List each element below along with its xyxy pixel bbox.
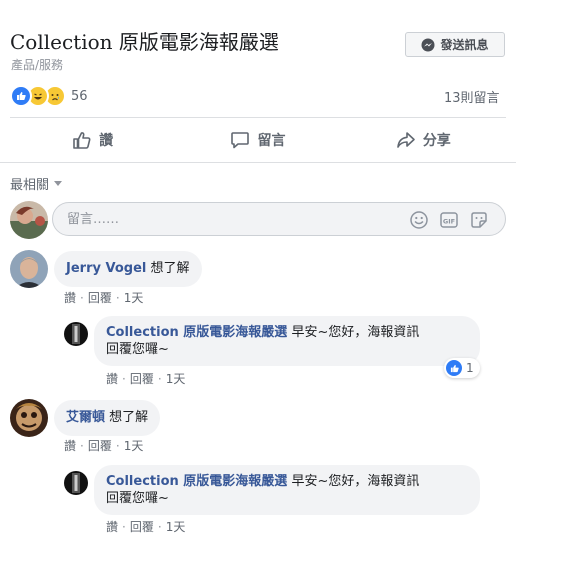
send-message-button[interactable]: 發送訊息 bbox=[405, 32, 505, 57]
separator: · bbox=[80, 290, 84, 305]
commenter-avatar[interactable] bbox=[10, 399, 48, 437]
comment-label: 留言 bbox=[257, 133, 286, 149]
messenger-icon bbox=[421, 38, 435, 51]
comment-button[interactable]: 留言 bbox=[175, 124, 340, 156]
reply-like-link[interactable]: 讚 bbox=[106, 518, 118, 535]
commenter-avatar[interactable] bbox=[10, 250, 48, 288]
reply-bubble: Collection 原版電影海報嚴選 早安~您好，海報資訊 回覆您囉~ bbox=[94, 465, 480, 515]
comment-input[interactable] bbox=[67, 212, 387, 227]
separator: · bbox=[80, 438, 84, 453]
separator: · bbox=[122, 371, 126, 386]
page-title[interactable]: Collection 原版電影海報嚴選 bbox=[10, 26, 279, 55]
comment-meta: 讚 · 回覆 · 1天 bbox=[64, 289, 143, 306]
separator: · bbox=[157, 371, 162, 386]
caret-down-icon bbox=[54, 181, 63, 186]
comment-bubble: 艾爾頓 想了解 bbox=[54, 400, 161, 436]
share-label: 分享 bbox=[422, 133, 451, 149]
page-avatar[interactable] bbox=[64, 322, 88, 346]
svg-text:GIF: GIF bbox=[443, 217, 455, 225]
reply-text-line2: 回覆您囉~ bbox=[106, 491, 169, 506]
comment-text: 想了解 bbox=[109, 410, 149, 425]
comment-composer[interactable]: GIF bbox=[52, 202, 506, 236]
separator: · bbox=[122, 519, 126, 534]
separator: · bbox=[157, 519, 162, 534]
reply-bubble: Collection 原版電影海報嚴選 早安~您好，海報資訊 回覆您囉~ bbox=[94, 316, 480, 366]
comments-count-link[interactable]: 13則留言 bbox=[444, 87, 500, 106]
like-button[interactable]: 讚 bbox=[10, 124, 175, 156]
comment-sort-dropdown[interactable]: 最相關 bbox=[10, 174, 63, 193]
comment-like-link[interactable]: 讚 bbox=[64, 437, 76, 454]
share-button[interactable]: 分享 bbox=[341, 124, 506, 156]
page-category: 產品/服務 bbox=[11, 58, 64, 72]
send-message-label: 發送訊息 bbox=[440, 38, 489, 52]
comment-timestamp[interactable]: 1天 bbox=[124, 437, 144, 454]
separator: · bbox=[115, 438, 120, 453]
post-action-bar: 讚 留言 分享 bbox=[10, 124, 506, 156]
comment-bubble: Jerry Vogel 想了解 bbox=[54, 251, 202, 287]
separator: · bbox=[115, 290, 120, 305]
reply-author[interactable]: Collection 原版電影海報嚴選 bbox=[106, 474, 287, 489]
comment-timestamp[interactable]: 1天 bbox=[124, 289, 144, 306]
reply-timestamp[interactable]: 1天 bbox=[166, 370, 186, 387]
reaction-count: 56 bbox=[71, 88, 88, 104]
sticker-icon[interactable] bbox=[469, 210, 489, 230]
reply-text-line1: 早安~您好，海報資訊 bbox=[291, 474, 420, 489]
page-avatar[interactable] bbox=[64, 471, 88, 495]
divider bbox=[10, 117, 506, 118]
reply-reply-link[interactable]: 回覆 bbox=[130, 518, 154, 535]
comment-author[interactable]: Jerry Vogel bbox=[66, 261, 146, 276]
reply-reply-link[interactable]: 回覆 bbox=[130, 370, 154, 387]
thumbs-up-icon bbox=[73, 132, 91, 149]
divider bbox=[0, 162, 516, 163]
comment-reply-link[interactable]: 回覆 bbox=[88, 437, 112, 454]
comment-reply-link[interactable]: 回覆 bbox=[88, 289, 112, 306]
reply-text-line1: 早安~您好，海報資訊 bbox=[291, 325, 420, 340]
like-reaction-icon bbox=[446, 360, 462, 376]
share-icon bbox=[397, 132, 415, 148]
emoji-icon[interactable] bbox=[409, 210, 429, 230]
reply-meta: 讚 · 回覆 · 1天 bbox=[106, 518, 185, 535]
current-user-avatar[interactable] bbox=[10, 201, 48, 239]
sort-label: 最相關 bbox=[10, 178, 50, 193]
comment-author[interactable]: 艾爾頓 bbox=[66, 410, 105, 425]
reply-meta: 讚 · 回覆 · 1天 bbox=[106, 370, 185, 387]
gif-icon[interactable]: GIF bbox=[439, 210, 459, 230]
reply-like-link[interactable]: 讚 bbox=[106, 370, 118, 387]
comment-like-link[interactable]: 讚 bbox=[64, 289, 76, 306]
comment-meta: 讚 · 回覆 · 1天 bbox=[64, 437, 143, 454]
comment-text: 想了解 bbox=[150, 261, 190, 276]
reply-timestamp[interactable]: 1天 bbox=[166, 518, 186, 535]
reply-author[interactable]: Collection 原版電影海報嚴選 bbox=[106, 325, 287, 340]
reactions-summary[interactable]: 56 bbox=[10, 85, 88, 107]
reply-text-line2: 回覆您囉~ bbox=[106, 342, 169, 357]
like-reaction-icon bbox=[10, 85, 32, 107]
reply-like-count: 1 bbox=[466, 361, 474, 375]
comment-icon bbox=[231, 132, 250, 149]
like-label: 讚 bbox=[99, 133, 114, 149]
reply-like-badge[interactable]: 1 bbox=[444, 358, 480, 378]
